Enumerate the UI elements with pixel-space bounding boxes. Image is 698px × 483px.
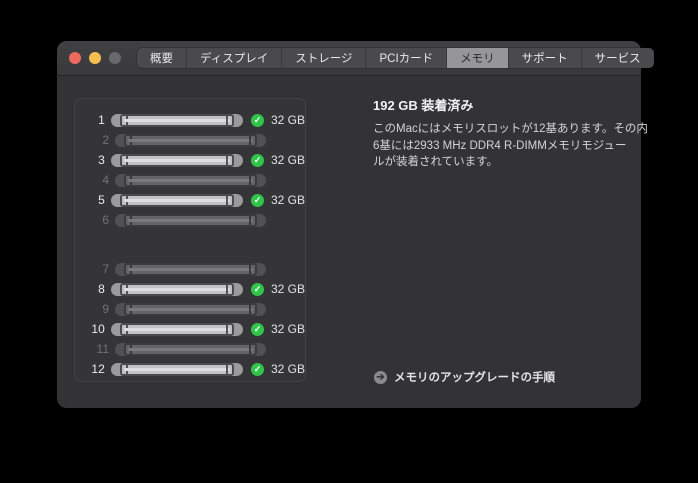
slot-size-label: 32 GB bbox=[270, 153, 305, 167]
memory-slot-row-1: 1 ✓ 32 GB bbox=[75, 110, 305, 130]
system-info-window: 概要 ディスプレイ ストレージ PCIカード メモリ サポート サービス 1 ✓ 32 GB 2 3… bbox=[57, 41, 654, 408]
memory-tab-content: 1 ✓ 32 GB 2 3 ✓ 32 GB 4 5 ✓ 32 GB 6 7 8 ✓ 32 GB 9 10 ✓ 32 G… bbox=[57, 76, 648, 408]
dimm-slot-graphic bbox=[110, 322, 243, 336]
slot-number: 4 bbox=[102, 173, 109, 187]
tab-6-サービス[interactable]: サービス bbox=[582, 48, 654, 68]
slot-number: 8 bbox=[98, 282, 105, 296]
slot-size-label: 32 GB bbox=[270, 282, 305, 296]
memory-slot-row-3: 3 ✓ 32 GB bbox=[75, 150, 305, 170]
title-bar: 概要 ディスプレイ ストレージ PCIカード メモリ サポート サービス bbox=[57, 41, 654, 76]
memory-slot-row-5: 5 ✓ 32 GB bbox=[75, 190, 305, 210]
slot-size-label: 32 GB bbox=[270, 193, 305, 207]
dimm-slot-graphic bbox=[110, 362, 243, 376]
memory-slot-row-4: 4 bbox=[75, 170, 305, 190]
close-button[interactable] bbox=[69, 52, 81, 64]
slot-number: 12 bbox=[91, 362, 105, 376]
traffic-lights bbox=[69, 52, 121, 64]
check-circle-icon: ✓ bbox=[250, 362, 264, 376]
check-circle-icon: ✓ bbox=[250, 193, 264, 207]
tab-5-サポート[interactable]: サポート bbox=[509, 48, 582, 68]
check-circle-icon: ✓ bbox=[250, 113, 264, 127]
dimm-slot-graphic bbox=[110, 153, 243, 167]
slot-number: 2 bbox=[102, 133, 109, 147]
zoom-button bbox=[109, 52, 121, 64]
check-circle-icon: ✓ bbox=[250, 282, 264, 296]
slot-size-label: 32 GB bbox=[270, 113, 305, 127]
slot-number: 3 bbox=[98, 153, 105, 167]
dimm-slot-graphic bbox=[110, 282, 243, 296]
tab-2-ストレージ[interactable]: ストレージ bbox=[282, 48, 367, 68]
slot-size-label: 32 GB bbox=[270, 322, 305, 336]
memory-slot-row-2: 2 bbox=[75, 130, 305, 150]
memory-slot-row-12: 12 ✓ 32 GB bbox=[75, 359, 305, 379]
tab-0-概要[interactable]: 概要 bbox=[137, 48, 187, 68]
memory-upgrade-link[interactable]: ➔ メモリのアップグレードの手順 bbox=[374, 369, 555, 385]
dimm-slot-graphic bbox=[115, 302, 266, 316]
tab-3-PCIカード[interactable]: PCIカード bbox=[366, 48, 448, 68]
tab-bar: 概要 ディスプレイ ストレージ PCIカード メモリ サポート サービス bbox=[137, 48, 654, 68]
memory-slot-row-10: 10 ✓ 32 GB bbox=[75, 319, 305, 339]
dimm-slot-graphic bbox=[115, 133, 266, 147]
memory-slot-row-6: 6 bbox=[75, 210, 305, 230]
dimm-slot-graphic bbox=[110, 193, 243, 207]
memory-slot-row-8: 8 ✓ 32 GB bbox=[75, 279, 305, 299]
dimm-slot-graphic bbox=[115, 342, 266, 356]
tab-4-メモリ[interactable]: メモリ bbox=[447, 48, 509, 68]
slot-number: 5 bbox=[98, 193, 105, 207]
dimm-slot-graphic bbox=[115, 173, 266, 187]
dimm-slot-graphic bbox=[115, 213, 266, 227]
dimm-slot-graphic bbox=[110, 113, 243, 127]
slot-number: 11 bbox=[96, 342, 109, 356]
check-circle-icon: ✓ bbox=[250, 153, 264, 167]
memory-slot-row-9: 9 bbox=[75, 299, 305, 319]
memory-summary-title: 192 GB 装着済み bbox=[373, 98, 474, 113]
memory-slot-panel: 1 ✓ 32 GB 2 3 ✓ 32 GB 4 5 ✓ 32 GB 6 7 8 ✓ 32 GB 9 10 ✓ 32 G… bbox=[74, 98, 306, 382]
dimm-slot-graphic bbox=[115, 262, 266, 276]
tab-1-ディスプレイ[interactable]: ディスプレイ bbox=[187, 48, 283, 68]
slot-number: 1 bbox=[98, 113, 105, 127]
memory-slot-row-11: 11 bbox=[75, 339, 305, 359]
slot-bank-gap bbox=[75, 230, 305, 259]
slot-size-label: 32 GB bbox=[270, 362, 305, 376]
minimize-button[interactable] bbox=[89, 52, 101, 64]
check-circle-icon: ✓ bbox=[250, 322, 264, 336]
slot-number: 10 bbox=[91, 322, 105, 336]
slot-number: 7 bbox=[102, 262, 109, 276]
memory-summary-body: このMacにはメモリスロットが12基あります。その内 6基には2933 MHz … bbox=[373, 123, 648, 168]
slot-number: 9 bbox=[102, 302, 109, 316]
arrow-right-icon: ➔ bbox=[374, 370, 387, 384]
upgrade-link-label: メモリのアップグレードの手順 bbox=[394, 372, 555, 384]
slot-number: 6 bbox=[102, 213, 109, 227]
memory-slot-row-7: 7 bbox=[75, 259, 305, 279]
